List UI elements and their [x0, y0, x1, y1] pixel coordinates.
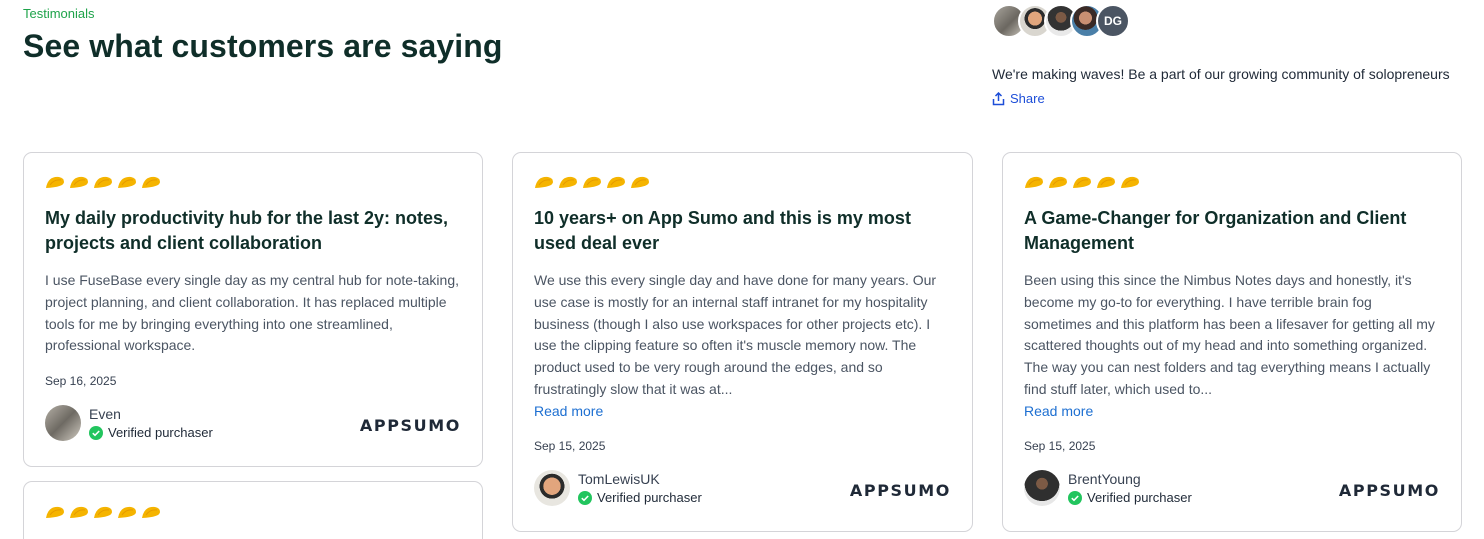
appsumo-logo: APPSUMO	[359, 416, 461, 435]
taco-star-icon	[94, 176, 112, 188]
taco-star-icon	[118, 506, 136, 518]
share-label: Share	[1010, 91, 1045, 106]
review-date: Sep 15, 2025	[534, 439, 606, 453]
rating-stars	[534, 175, 654, 189]
author-name: BrentYoung	[1068, 471, 1141, 487]
community-avatars: DG	[992, 4, 1472, 40]
review-body: Been using this since the Nimbus Notes d…	[1024, 272, 1435, 397]
verified-label: Verified purchaser	[597, 490, 702, 505]
taco-star-icon	[1121, 176, 1139, 188]
avatar	[534, 470, 570, 506]
review-card: A Game-Changer for Organization and Clie…	[1002, 152, 1462, 532]
taco-star-icon	[142, 176, 160, 188]
review-card: 10 years+ on App Sumo and this is my mos…	[512, 152, 973, 532]
taco-star-icon	[559, 176, 577, 188]
review-title: A Game-Changer for Organization and Clie…	[1024, 208, 1407, 253]
avatar	[45, 405, 81, 441]
community-text: We're making waves! Be a part of our gro…	[992, 66, 1450, 82]
review-body: We use this every single day and have do…	[534, 272, 937, 397]
page-title: See what customers are saying	[23, 28, 503, 64]
share-icon	[992, 91, 1005, 105]
review-date: Sep 15, 2025	[1024, 439, 1096, 453]
taco-star-icon	[46, 506, 64, 518]
review-card: My daily productivity hub for the last 2…	[23, 152, 483, 467]
check-circle-icon	[578, 490, 592, 505]
appsumo-logo: APPSUMO	[1338, 481, 1440, 500]
testimonials-eyebrow: Testimonials	[23, 6, 95, 21]
taco-star-icon	[70, 506, 88, 518]
review-title: My daily productivity hub for the last 2…	[45, 208, 449, 253]
review-author: Even Verified purchaser	[45, 405, 213, 441]
taco-star-icon	[583, 176, 601, 188]
taco-star-icon	[70, 176, 88, 188]
taco-star-icon	[142, 506, 160, 518]
taco-star-icon	[118, 176, 136, 188]
taco-star-icon	[1097, 176, 1115, 188]
avatar	[1024, 470, 1060, 506]
taco-star-icon	[94, 506, 112, 518]
check-circle-icon	[1068, 490, 1082, 505]
taco-star-icon	[1049, 176, 1067, 188]
community-panel: DG We're making waves! Be a part of our …	[992, 4, 1472, 106]
read-more-link[interactable]: Read more	[1024, 403, 1093, 419]
taco-star-icon	[1025, 176, 1043, 188]
read-more-link[interactable]: Read more	[534, 403, 603, 419]
review-card	[23, 481, 483, 539]
review-title: 10 years+ on App Sumo and this is my mos…	[534, 208, 911, 253]
appsumo-logo: APPSUMO	[849, 481, 951, 500]
verified-badge: Verified purchaser	[89, 425, 213, 440]
rating-stars	[45, 175, 165, 189]
check-circle-icon	[89, 425, 103, 440]
author-name: TomLewisUK	[578, 471, 660, 487]
rating-stars	[45, 505, 165, 519]
review-author: TomLewisUK Verified purchaser	[534, 470, 702, 506]
review-date: Sep 16, 2025	[45, 374, 117, 388]
taco-star-icon	[1073, 176, 1091, 188]
verified-badge: Verified purchaser	[578, 490, 702, 505]
review-author: BrentYoung Verified purchaser	[1024, 470, 1192, 506]
avatar-initials: DG	[1096, 4, 1130, 38]
taco-star-icon	[46, 176, 64, 188]
share-button[interactable]: Share	[992, 91, 1472, 106]
rating-stars	[1024, 175, 1144, 189]
taco-star-icon	[631, 176, 649, 188]
author-name: Even	[89, 406, 121, 422]
verified-badge: Verified purchaser	[1068, 490, 1192, 505]
verified-label: Verified purchaser	[108, 425, 213, 440]
taco-star-icon	[535, 176, 553, 188]
verified-label: Verified purchaser	[1087, 490, 1192, 505]
review-body: I use FuseBase every single day as my ce…	[45, 272, 459, 354]
taco-star-icon	[607, 176, 625, 188]
